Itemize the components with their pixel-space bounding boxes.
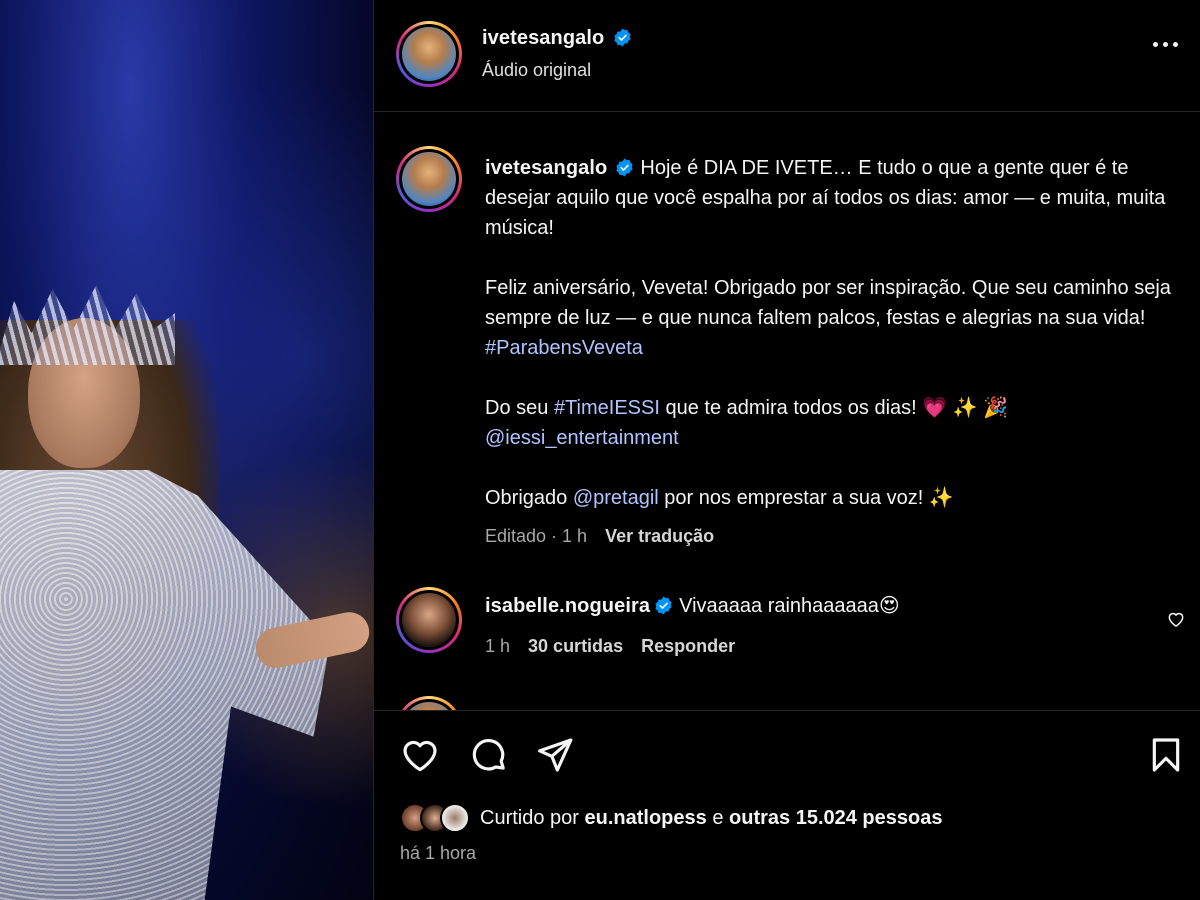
author-username[interactable]: ivetesangalo <box>482 27 604 49</box>
caption-author-avatar[interactable] <box>396 146 462 212</box>
liked-by-row[interactable]: Curtido por eu.natlopess e outras 15.024… <box>400 803 942 833</box>
liked-prefix: Curtido por <box>480 806 585 829</box>
commenter-avatar[interactable] <box>396 587 462 653</box>
liked-middle: e <box>706 806 730 829</box>
comment-meta: 1 h 30 curtidas Responder <box>485 636 735 657</box>
avatar-image <box>402 702 456 710</box>
caption-p3-text: que te admira todos os dias! 💗 ✨ 🎉 <box>659 397 1009 419</box>
save-bookmark-icon[interactable] <box>1146 735 1186 775</box>
caption-meta: Editado · 1 h Ver tradução <box>485 521 1185 551</box>
hashtag-parabensveveta[interactable]: #ParabensVeveta <box>485 337 643 359</box>
reply-button[interactable]: Responder <box>641 636 735 656</box>
post-actions-bar: Curtido por eu.natlopess e outras 15.024… <box>374 710 1200 890</box>
comment-item: isabelle.nogueira Vivaaaaa rainhaaaaaa😍 <box>485 593 900 618</box>
next-commenter-avatar[interactable] <box>396 696 462 710</box>
caption-p3-prefix: Do seu <box>485 397 554 419</box>
post-header: ivetesangalo Áudio original <box>374 0 1200 112</box>
avatar-image <box>402 27 456 81</box>
edited-timestamp: Editado · 1 h <box>485 526 588 546</box>
caption-paragraph-2: Feliz aniversário, Veveta! Obrigado por … <box>485 277 1171 329</box>
liked-user-link[interactable]: eu.natlopess <box>585 807 707 829</box>
author-avatar[interactable] <box>396 21 462 87</box>
caption-p4-prefix: Obrigado <box>485 487 573 509</box>
liked-by-text: Curtido por eu.natlopess e outras 15.024… <box>480 807 942 830</box>
avatar-image <box>402 152 456 206</box>
more-options-icon[interactable] <box>1153 42 1178 47</box>
comment-time: 1 h <box>485 636 511 656</box>
like-heart-icon[interactable] <box>400 735 440 775</box>
commenter-username[interactable]: isabelle.nogueira <box>485 595 650 617</box>
caption-author-username[interactable]: ivetesangalo <box>485 157 607 179</box>
comment-text: Vivaaaaa rainhaaaaaa😍 <box>679 595 900 617</box>
comment-bubble-icon[interactable] <box>469 735 509 775</box>
mention-iessi-entertainment[interactable]: @iessi_entertainment <box>485 427 679 449</box>
liker-avatar <box>440 803 470 833</box>
post-panel: ivetesangalo Áudio original ivetesangalo… <box>373 0 1200 900</box>
comments-scroll-area[interactable]: ivetesangalo Hoje é DIA DE IVETE… E tudo… <box>374 113 1200 710</box>
caption-p4-text: por nos emprestar a sua voz! ✨ <box>658 487 954 509</box>
comment-likes-button[interactable]: 30 curtidas <box>528 636 623 656</box>
post-caption: ivetesangalo Hoje é DIA DE IVETE… E tudo… <box>485 153 1185 551</box>
avatar-image <box>402 593 456 647</box>
liked-others-link[interactable]: outras 15.024 pessoas <box>729 807 942 829</box>
share-send-icon[interactable] <box>535 735 575 775</box>
mention-pretagil[interactable]: @pretagil <box>573 487 659 509</box>
verified-badge-icon <box>614 28 631 47</box>
hashtag-timeiessi[interactable]: #TimeIESSI <box>554 397 660 419</box>
verified-badge-icon <box>616 158 633 177</box>
post-media-image[interactable] <box>0 0 373 900</box>
audio-label[interactable]: Áudio original <box>482 60 591 81</box>
verified-badge-icon <box>655 596 672 615</box>
comment-like-heart-icon[interactable] <box>1166 609 1186 629</box>
post-time: há 1 hora <box>400 843 477 863</box>
see-translation-button[interactable]: Ver tradução <box>605 526 714 546</box>
